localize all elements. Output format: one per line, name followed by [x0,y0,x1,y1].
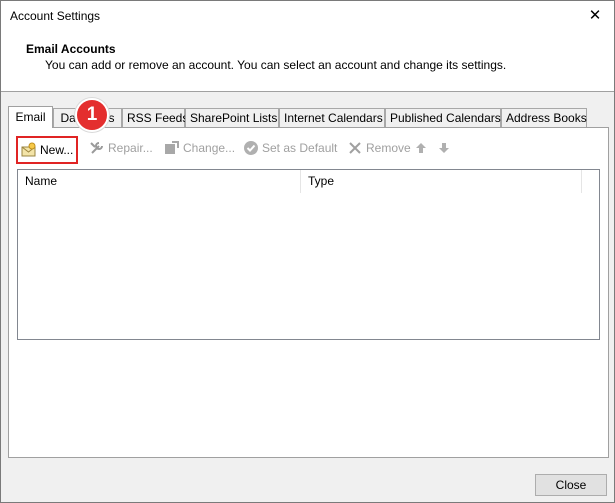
close-window-icon[interactable]: ✕ [584,5,606,27]
change-label: Change... [183,141,236,155]
tab-sharepoint-lists[interactable]: SharePoint Lists [185,108,279,128]
new-account-label: New... [40,143,74,157]
tab-published-calendars[interactable]: Published Calendars [385,108,501,128]
change-button[interactable]: Change... [164,133,235,163]
column-header-name[interactable]: Name [18,170,301,193]
accounts-list[interactable]: Name Type [17,169,600,340]
remove-button[interactable]: Remove [347,133,411,163]
wrench-icon [89,140,105,156]
move-down-button[interactable] [436,133,455,163]
window-title: Account Settings [10,9,101,23]
repair-label: Repair... [108,141,153,155]
checkmark-circle-icon [243,140,259,156]
column-header-type[interactable]: Type [301,170,582,193]
remove-x-icon [347,140,363,156]
email-tab-panel: New... Repair... Change... Set as Defaul… [8,127,609,458]
tab-internet-calendars[interactable]: Internet Calendars [279,108,385,128]
tab-address-books[interactable]: Address Books [501,108,587,128]
set-as-default-label: Set as Default [262,141,338,155]
header-subtitle: You can add or remove an account. You ca… [45,58,507,72]
remove-label: Remove [366,141,411,155]
move-up-button[interactable] [413,133,432,163]
step-callout-badge: 1 [75,98,109,132]
close-button[interactable]: Close [535,474,607,496]
tab-rss-feeds[interactable]: RSS Feeds [122,108,188,128]
arrow-up-icon [413,140,429,156]
account-toolbar: New... Repair... Change... Set as Defaul… [9,133,608,164]
title-bar: Account Settings ✕ [1,1,614,32]
new-account-button[interactable]: New... [16,136,79,164]
header-section: Email Accounts You can add or remove an … [1,32,614,92]
change-icon [164,140,180,156]
tab-email[interactable]: Email [8,106,53,128]
arrow-down-icon [436,140,452,156]
new-account-icon [21,142,37,158]
account-settings-window: Account Settings ✕ Email Accounts You ca… [0,0,615,503]
set-as-default-button[interactable]: Set as Default [243,133,337,163]
repair-button[interactable]: Repair... [89,133,153,163]
header-title: Email Accounts [26,42,116,56]
